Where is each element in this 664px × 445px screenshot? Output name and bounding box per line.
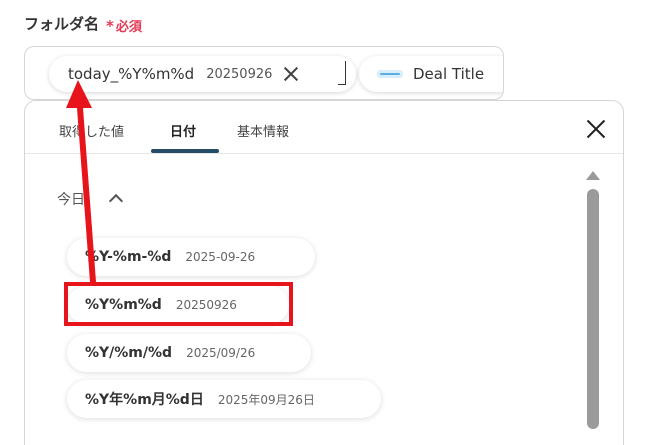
chip-label: today_%Y%m%d: [68, 65, 195, 83]
date-option[interactable]: %Y年%m月%d日 2025年09月26日: [67, 380, 381, 418]
option-format: %Y年%m月%d日: [85, 392, 204, 408]
scrollbar-thumb[interactable]: [587, 189, 599, 429]
option-example: 2025年09月26日: [217, 392, 315, 407]
tab-basic-info[interactable]: 基本情報: [237, 121, 289, 140]
section-title-today: 今日: [57, 192, 85, 208]
chip-value: 20250926: [206, 66, 273, 82]
folder-name-input[interactable]: today_%Y%m%d 20250926 Deal Title: [24, 46, 504, 100]
close-icon[interactable]: [282, 65, 300, 83]
required-text: 必須: [115, 20, 142, 35]
value-picker-panel: 取得した値 日付 基本情報 今日 %Y-%m-%d 2025-09-26 %Y%…: [24, 100, 624, 445]
text-cursor: [338, 61, 346, 85]
value-chip-deal-title[interactable]: Deal Title: [359, 56, 503, 92]
value-chip-today[interactable]: today_%Y%m%d 20250926: [49, 56, 356, 92]
date-option[interactable]: %Y-%m-%d 2025-09-26: [67, 238, 315, 276]
scroll-up-icon[interactable]: [586, 171, 600, 180]
option-example: 2025-09-26: [185, 250, 256, 264]
tab-date[interactable]: 日付: [170, 121, 196, 140]
app-logo-icon: [377, 70, 403, 78]
tab-acquired-values[interactable]: 取得した値: [59, 121, 124, 140]
option-example: 2025/09/26: [186, 346, 256, 360]
required-badge: * 必須: [106, 16, 142, 35]
date-option[interactable]: %Y/%m/%d 2025/09/26: [67, 334, 311, 372]
field-label: フォルダ名: [24, 15, 100, 33]
option-format: %Y-%m-%d: [85, 249, 172, 265]
chip-label: Deal Title: [413, 65, 485, 83]
option-format: %Y/%m/%d: [85, 345, 173, 361]
tab-divider: [25, 153, 623, 154]
required-asterisk: *: [106, 17, 114, 35]
highlight-box: [64, 282, 293, 326]
close-button[interactable]: [585, 118, 607, 140]
chevron-up-icon[interactable]: [108, 193, 124, 209]
